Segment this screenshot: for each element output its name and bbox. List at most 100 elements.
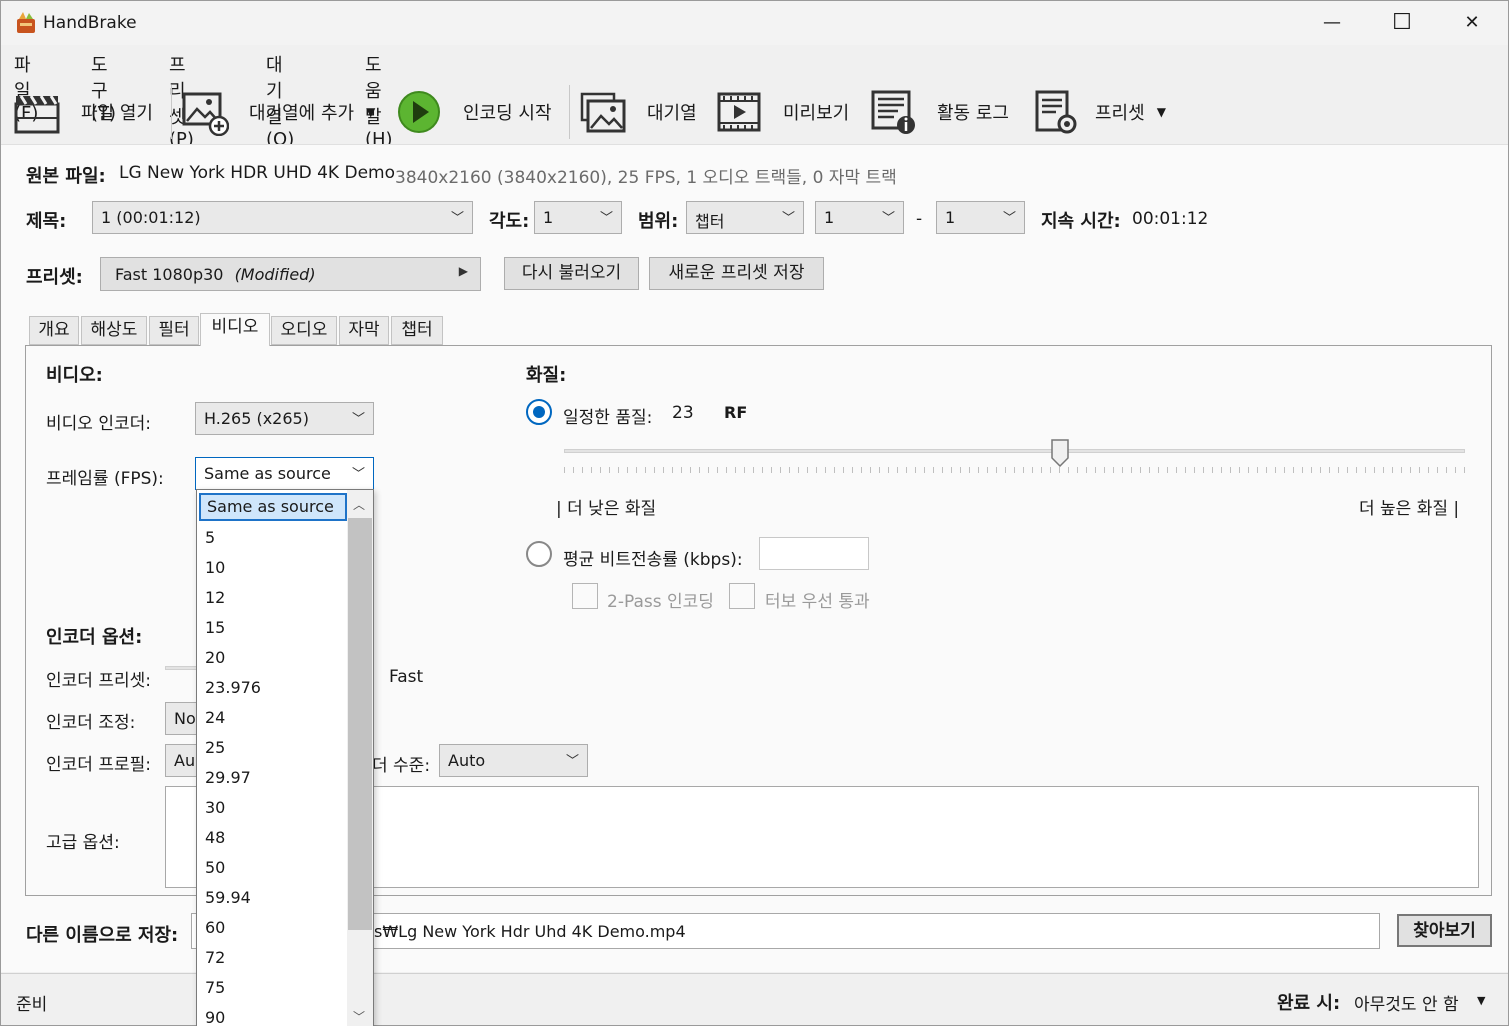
quality-slider-track[interactable] <box>564 449 1465 453</box>
preset-label: 프리셋: <box>26 267 83 288</box>
scroll-down-icon[interactable]: ﹀ <box>353 1008 365 1025</box>
framerate-option[interactable]: 30 <box>197 793 347 823</box>
source-name: LG New York HDR UHD 4K Demo <box>119 163 395 183</box>
chevron-right-icon: ▶ <box>458 264 468 278</box>
encoder-profile-value: Au <box>174 751 196 770</box>
range-end-value: 1 <box>945 208 956 227</box>
browse-button[interactable]: 찾아보기 <box>1397 914 1492 947</box>
start-encode-label: 인코딩 시작 <box>463 103 552 124</box>
range-start-value: 1 <box>824 208 835 227</box>
video-heading: 비디오: <box>46 365 103 386</box>
preset-select[interactable]: Fast 1080p30 (Modified) ▶ <box>100 257 481 291</box>
scroll-up-icon[interactable]: ︿ <box>353 496 365 513</box>
framerate-label: 프레임률 (FPS): <box>46 469 164 489</box>
maximize-button[interactable]: ☐ <box>1379 7 1425 39</box>
chevron-down-icon: ﹀ <box>351 467 365 482</box>
reload-preset-button[interactable]: 다시 불러오기 <box>504 257 639 290</box>
save-new-preset-button[interactable]: 새로운 프리셋 저장 <box>649 257 824 290</box>
tab-subtitles[interactable]: 자막 <box>339 316 389 345</box>
chevron-down-icon: ﹀ <box>1002 211 1016 226</box>
tab-dimensions[interactable]: 해상도 <box>81 316 147 345</box>
when-done-value[interactable]: 아무것도 안 함 <box>1354 990 1459 1015</box>
tab-summary[interactable]: 개요 <box>29 316 79 345</box>
quality-slider-thumb[interactable] <box>1050 439 1070 467</box>
rf-unit: RF <box>724 403 748 422</box>
framerate-select[interactable]: Same as source ﹀ <box>195 457 374 490</box>
tab-video[interactable]: 비디오 <box>200 313 270 346</box>
turbo-checkbox[interactable] <box>729 583 755 609</box>
framerate-option[interactable]: 20 <box>197 643 347 673</box>
save-as-path-text: s₩Lg New York Hdr Uhd 4K Demo.mp4 <box>374 922 686 941</box>
presets-button[interactable]: 프리셋 ▼ <box>1031 81 1166 143</box>
framerate-option[interactable]: 15 <box>197 613 347 643</box>
range-type-select[interactable]: 챕터 ﹀ <box>686 201 804 234</box>
minimize-button[interactable]: — <box>1309 7 1355 39</box>
framerate-option[interactable]: 59.94 <box>197 883 347 913</box>
film-preview-icon <box>717 92 761 132</box>
tab-filters[interactable]: 필터 <box>149 316 199 345</box>
chevron-down-icon[interactable]: ▼ <box>1477 994 1485 1007</box>
chevron-down-icon[interactable]: ▼ <box>366 105 375 119</box>
range-label: 범위: <box>638 211 679 232</box>
activity-log-button[interactable]: 활동 로그 <box>869 81 1009 143</box>
title-label: 제목: <box>26 211 67 232</box>
average-bitrate-label: 평균 비트전송률 (kbps): <box>563 550 743 570</box>
framerate-option[interactable]: Same as source <box>199 493 347 521</box>
preview-button[interactable]: 미리보기 <box>715 81 849 143</box>
quality-heading: 화질: <box>526 365 567 386</box>
play-icon <box>398 91 440 133</box>
framerate-option[interactable]: 72 <box>197 943 347 973</box>
two-pass-checkbox[interactable] <box>572 583 598 609</box>
framerate-option[interactable]: 50 <box>197 853 347 883</box>
framerate-option[interactable]: 12 <box>197 583 347 613</box>
start-encode-button[interactable]: 인코딩 시작 <box>397 81 552 143</box>
handbrake-logo-icon <box>17 12 35 33</box>
encoder-preset-label: 인코더 프리셋: <box>46 671 151 691</box>
close-button[interactable]: ✕ <box>1449 7 1495 39</box>
video-encoder-select[interactable]: H.265 (x265) ﹀ <box>195 402 374 435</box>
title-select[interactable]: 1 (00:01:12) ﹀ <box>92 201 473 234</box>
framerate-option[interactable]: 5 <box>197 523 347 553</box>
source-label: 원본 파일: <box>26 166 106 187</box>
constant-quality-radio[interactable] <box>526 399 552 425</box>
lower-quality-label: | 더 낮은 화질 <box>556 499 657 519</box>
dropdown-scroll-thumb[interactable] <box>348 518 372 930</box>
average-bitrate-radio[interactable] <box>526 541 552 567</box>
toolbar: 파일 열기 대기열에 추가 ▼ 인코딩 시작 대기열 미리보기 활동 로그 프리… <box>1 81 1508 143</box>
log-info-icon <box>871 90 915 134</box>
framerate-option[interactable]: 10 <box>197 553 347 583</box>
tab-audio[interactable]: 오디오 <box>271 316 337 345</box>
framerate-option[interactable]: 75 <box>197 973 347 1003</box>
framerate-option[interactable]: 29.97 <box>197 763 347 793</box>
framerate-option[interactable]: 90 <box>197 1003 347 1026</box>
range-dash: - <box>916 209 923 229</box>
constant-quality-value: 23 <box>672 403 694 423</box>
framerate-option[interactable]: 24 <box>197 703 347 733</box>
encoder-level-select[interactable]: Auto ﹀ <box>439 744 588 777</box>
chevron-down-icon[interactable]: ▼ <box>1157 105 1166 119</box>
encoder-profile-label: 인코더 프로필: <box>46 755 151 775</box>
add-to-queue-button[interactable]: 대기열에 추가 ▼ <box>181 81 375 143</box>
angle-select[interactable]: 1 ﹀ <box>534 201 622 234</box>
framerate-dropdown-list: ︿ ﹀ Same as source 5 10 12 15 20 23.976 24 25 29.… <box>196 489 374 1026</box>
open-source-button[interactable]: 파일 열기 <box>13 81 153 143</box>
activity-log-label: 활동 로그 <box>937 103 1009 124</box>
framerate-option[interactable]: 25 <box>197 733 347 763</box>
framerate-option[interactable]: 60 <box>197 913 347 943</box>
preset-value: Fast 1080p30 <box>115 265 224 284</box>
encoder-tune-value: No <box>174 709 196 728</box>
presets-gear-icon <box>1035 90 1077 134</box>
average-bitrate-input[interactable] <box>759 537 869 570</box>
chevron-down-icon: ﹀ <box>881 211 895 226</box>
save-as-label: 다른 이름으로 저장: <box>26 925 179 946</box>
tab-chapters[interactable]: 챕터 <box>391 316 443 345</box>
queue-button[interactable]: 대기열 <box>579 81 697 143</box>
clapperboard-icon <box>14 95 60 134</box>
encoder-options-heading: 인코더 옵션: <box>46 627 143 648</box>
range-end-select[interactable]: 1 ﹀ <box>936 201 1025 234</box>
framerate-option[interactable]: 48 <box>197 823 347 853</box>
framerate-option[interactable]: 23.976 <box>197 673 347 703</box>
chevron-down-icon: ﹀ <box>599 211 613 226</box>
range-start-select[interactable]: 1 ﹀ <box>815 201 904 234</box>
add-to-queue-label: 대기열에 추가 <box>249 103 355 124</box>
